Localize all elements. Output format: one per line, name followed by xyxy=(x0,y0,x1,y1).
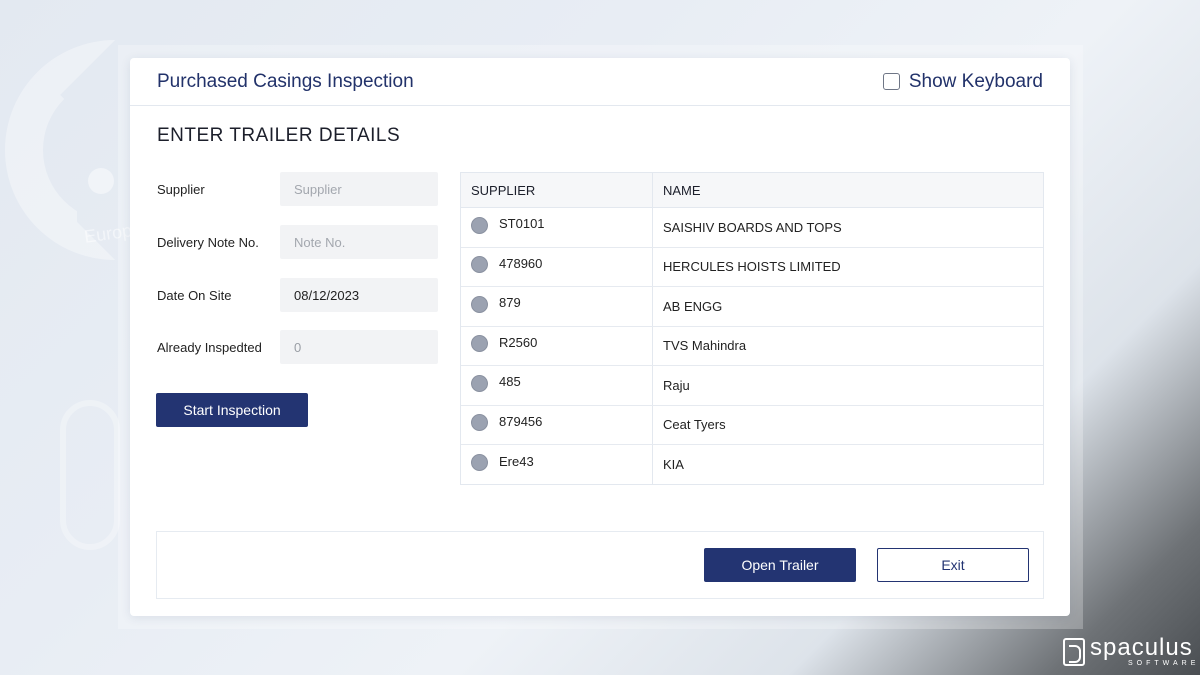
supplier-row: Supplier xyxy=(157,172,438,206)
column-header-name: NAME xyxy=(663,182,701,198)
radio-button[interactable] xyxy=(471,335,488,353)
supplier-label: Supplier xyxy=(157,181,205,197)
table-row[interactable]: 485 Raju xyxy=(461,366,1043,406)
supplier-cell: 478960 xyxy=(461,247,653,286)
table-row[interactable]: 879 AB ENGG xyxy=(461,287,1043,327)
table-header: SUPPLIER NAME xyxy=(461,173,1043,208)
supplier-input[interactable] xyxy=(280,172,438,206)
supplier-cell: 879456 xyxy=(461,405,653,444)
title-bar: Purchased Casings Inspection Show Keyboa… xyxy=(130,58,1070,106)
supplier-name: TVS Mahindra xyxy=(663,338,747,354)
radio-button[interactable] xyxy=(471,295,488,313)
inspection-window: Purchased Casings Inspection Show Keyboa… xyxy=(130,58,1070,616)
supplier-code: Ere43 xyxy=(499,453,534,469)
show-keyboard-checkbox[interactable] xyxy=(882,73,900,90)
supplier-code: R2560 xyxy=(499,334,538,350)
supplier-cell: R2560 xyxy=(461,326,653,365)
brand-mark-icon xyxy=(1063,637,1085,666)
date-on-site-input[interactable] xyxy=(280,278,438,312)
footer-bar: Open Trailer Exit xyxy=(156,531,1044,599)
supplier-cell: 485 xyxy=(461,366,653,405)
delivery-note-row: Delivery Note No. xyxy=(157,225,438,259)
app-title: Purchased Casings Inspection xyxy=(157,70,414,92)
delivery-note-label: Delivery Note No. xyxy=(157,234,259,250)
table-row[interactable]: 879456 Ceat Tyers xyxy=(461,405,1043,445)
supplier-name: Ceat Tyers xyxy=(663,417,726,433)
brand-tagline: SOFTWARE xyxy=(1128,660,1200,667)
brand-name: spaculus xyxy=(1090,634,1193,661)
supplier-name: HERCULES HOISTS LIMITED xyxy=(663,259,841,275)
supplier-code: 485 xyxy=(499,374,521,390)
radio-button[interactable] xyxy=(471,454,488,472)
supplier-cell: 879 xyxy=(461,287,653,326)
radio-button[interactable] xyxy=(471,414,488,432)
supplier-cell: Ere43 xyxy=(461,445,653,485)
start-inspection-button[interactable]: Start Inspection xyxy=(156,393,308,427)
already-inspected-label: Already Inspedted xyxy=(157,339,262,355)
table-row[interactable]: 478960 HERCULES HOISTS LIMITED xyxy=(461,247,1043,287)
open-trailer-button[interactable]: Open Trailer xyxy=(704,548,856,582)
radio-button[interactable] xyxy=(471,216,488,234)
supplier-name: AB ENGG xyxy=(663,298,723,314)
exit-button[interactable]: Exit xyxy=(877,548,1029,582)
supplier-table: SUPPLIER NAME ST0101 SAISHIV BOARDS AND … xyxy=(460,172,1044,485)
supplier-name: Raju xyxy=(663,377,690,393)
already-inspected-row: Already Inspedted xyxy=(157,330,438,364)
radio-button[interactable] xyxy=(471,374,488,392)
section-title: ENTER TRAILER DETAILS xyxy=(157,125,401,146)
supplier-code: 879456 xyxy=(499,413,543,429)
already-inspected-input xyxy=(280,330,438,364)
supplier-name: KIA xyxy=(663,457,684,473)
table-row[interactable]: Ere43 KIA xyxy=(461,445,1043,485)
date-on-site-row: Date On Site xyxy=(157,278,438,312)
table-row[interactable]: R2560 TVS Mahindra xyxy=(461,326,1043,366)
supplier-code: 478960 xyxy=(499,255,543,271)
show-keyboard-label[interactable]: Show Keyboard xyxy=(909,71,1043,93)
table-row[interactable]: ST0101 SAISHIV BOARDS AND TOPS xyxy=(461,208,1043,248)
delivery-note-input[interactable] xyxy=(280,225,438,259)
column-header-supplier: SUPPLIER xyxy=(461,173,653,207)
background-logo-dot xyxy=(88,168,114,194)
supplier-code: 879 xyxy=(499,295,521,311)
supplier-name: SAISHIV BOARDS AND TOPS xyxy=(663,219,842,235)
brand-logo: spaculus SOFTWARE xyxy=(1063,636,1199,667)
supplier-cell: ST0101 xyxy=(461,208,653,247)
show-keyboard-toggle[interactable]: Show Keyboard xyxy=(882,71,1043,93)
radio-button[interactable] xyxy=(471,256,488,274)
supplier-code: ST0101 xyxy=(499,216,545,232)
brand-text: spaculus SOFTWARE xyxy=(1090,634,1200,668)
date-on-site-label: Date On Site xyxy=(157,287,232,303)
background-wheel xyxy=(60,400,120,550)
